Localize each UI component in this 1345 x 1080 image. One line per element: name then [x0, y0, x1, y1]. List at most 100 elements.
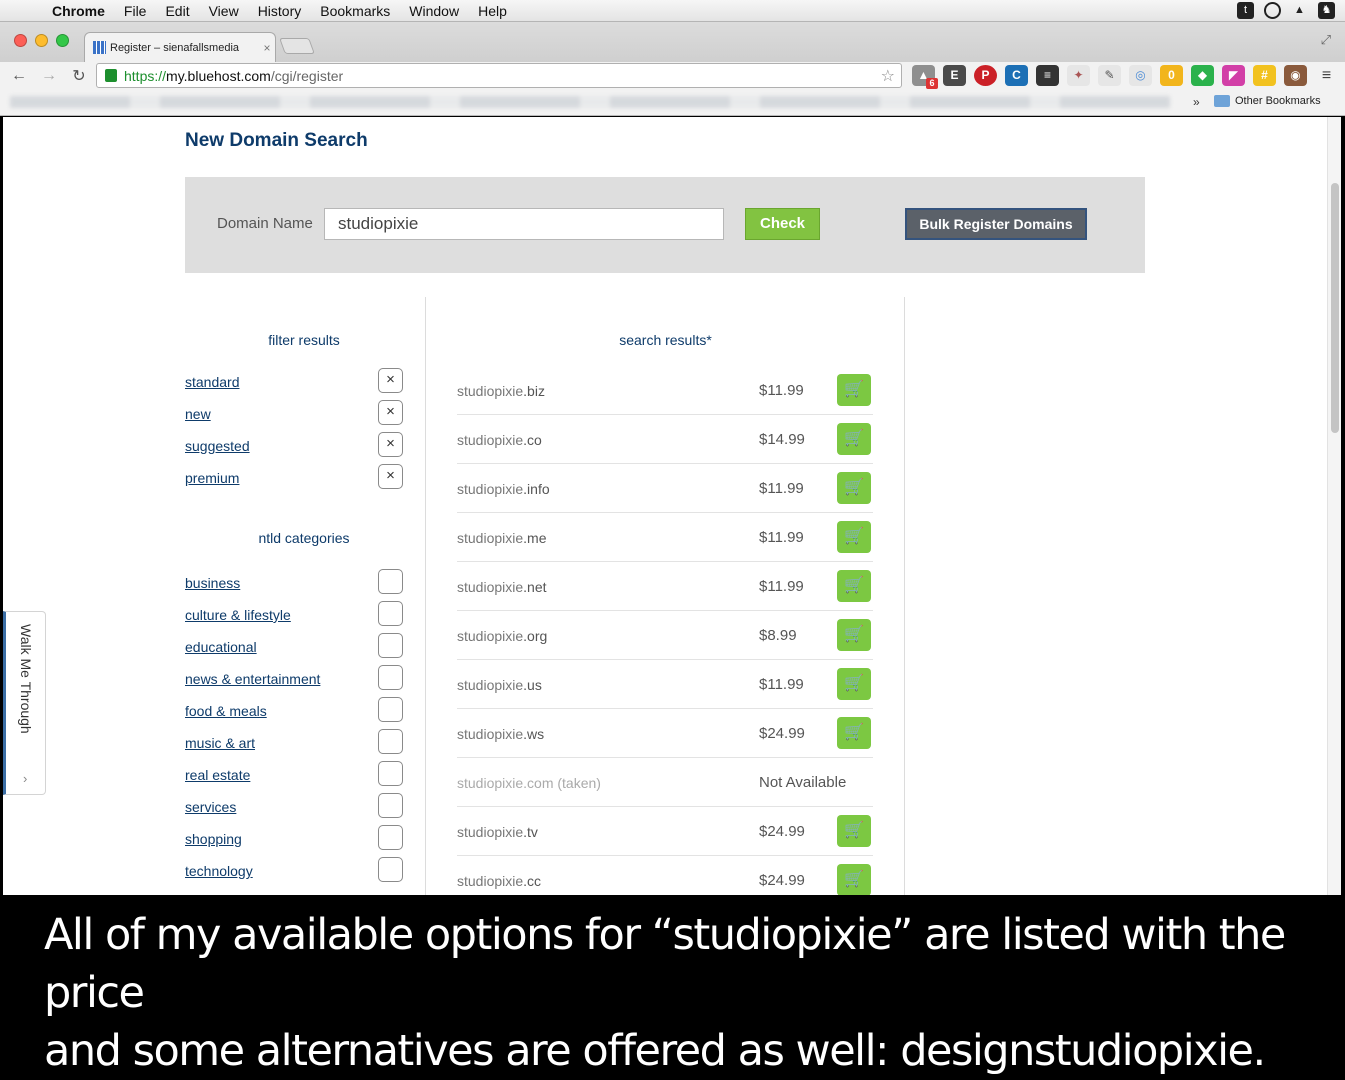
category-checkbox[interactable]	[378, 761, 403, 786]
add-to-cart-icon[interactable]: 🛒	[837, 423, 871, 455]
pen-extension-icon[interactable]: ✎	[1098, 65, 1121, 86]
add-to-cart-icon[interactable]: 🛒	[837, 619, 871, 651]
filter-premium-link[interactable]: premium	[185, 470, 239, 486]
c-extension-icon[interactable]: C	[1005, 65, 1028, 86]
menu-history[interactable]: History	[258, 3, 302, 19]
category-list: business culture & lifestyle educational…	[185, 568, 405, 888]
category-checkbox[interactable]	[378, 793, 403, 818]
filter-item: premium ×	[185, 463, 405, 495]
menu-view[interactable]: View	[209, 3, 239, 19]
pinterest-icon[interactable]: P	[974, 65, 997, 86]
category-link[interactable]: technology	[185, 863, 253, 879]
category-checkbox[interactable]	[378, 729, 403, 754]
add-to-cart-icon[interactable]: 🛒	[837, 815, 871, 847]
result-domain: studiopixie.co	[457, 432, 542, 448]
category-checkbox[interactable]	[378, 857, 403, 882]
filter-new-link[interactable]: new	[185, 406, 211, 422]
back-arrow-icon[interactable]: ←	[8, 67, 30, 85]
walk-me-through-tab[interactable]: Walk Me Through ›	[3, 611, 46, 795]
remove-filter-icon[interactable]: ×	[378, 464, 403, 489]
add-to-cart-icon[interactable]: 🛒	[837, 570, 871, 602]
lens-extension-icon[interactable]: ◎	[1129, 65, 1152, 86]
category-link[interactable]: music & art	[185, 735, 255, 751]
notification-bell-icon[interactable]: ▲	[1291, 2, 1308, 19]
result-domain-name: studiopixie	[457, 677, 524, 693]
notification-extension-icon[interactable]: ▲ 6	[912, 65, 938, 89]
bookmarks-overflow-button[interactable]: »	[1193, 95, 1200, 109]
browser-tab[interactable]: Register – sienafallsmedia ×	[84, 32, 276, 62]
zoom-window-icon[interactable]	[56, 34, 69, 47]
tray-user-icon[interactable]: ♞	[1318, 2, 1335, 19]
remove-filter-icon[interactable]: ×	[378, 368, 403, 393]
menu-window[interactable]: Window	[409, 3, 459, 19]
filter-standard-link[interactable]: standard	[185, 374, 239, 390]
buffer-icon[interactable]: ≡	[1036, 65, 1059, 86]
new-tab-button[interactable]	[279, 38, 315, 54]
add-to-cart-icon[interactable]: 🛒	[837, 668, 871, 700]
remove-filter-icon[interactable]: ×	[378, 400, 403, 425]
filter-results-heading: filter results	[268, 332, 340, 348]
caption: All of my available options for “studiop…	[44, 906, 1334, 1080]
domain-name-input[interactable]	[324, 208, 724, 240]
bulk-register-button[interactable]: Bulk Register Domains	[905, 208, 1087, 240]
minimize-window-icon[interactable]	[35, 34, 48, 47]
category-item: services	[185, 792, 405, 824]
page-viewport: New Domain Search Domain Name Check Bulk…	[3, 117, 1341, 895]
menu-chrome[interactable]: Chrome	[52, 3, 105, 19]
category-link[interactable]: food & meals	[185, 703, 267, 719]
result-row: studiopixie.com (taken) Not Available	[457, 758, 873, 807]
category-link[interactable]: news & entertainment	[185, 671, 320, 687]
result-price: $24.99	[759, 823, 805, 840]
lock-icon	[105, 69, 117, 82]
instagram-icon[interactable]: ◉	[1284, 65, 1307, 86]
filter-suggested-link[interactable]: suggested	[185, 438, 250, 454]
feedly-icon[interactable]: ◆	[1191, 65, 1214, 86]
creative-cloud-icon[interactable]	[1264, 2, 1281, 19]
category-link[interactable]: services	[185, 799, 236, 815]
fullscreen-icon[interactable]: ⤢	[1321, 32, 1331, 48]
bookmark-star-icon[interactable]: ☆	[881, 66, 895, 86]
menu-bookmarks[interactable]: Bookmarks	[320, 3, 390, 19]
add-to-cart-icon[interactable]: 🛒	[837, 521, 871, 553]
zero-badge-icon[interactable]: 0	[1160, 65, 1183, 86]
add-to-cart-icon[interactable]: 🛒	[837, 374, 871, 406]
domain-name-label: Domain Name	[217, 215, 313, 232]
category-checkbox[interactable]	[378, 665, 403, 690]
category-checkbox[interactable]	[378, 633, 403, 658]
menu-help[interactable]: Help	[478, 3, 507, 19]
category-checkbox[interactable]	[378, 601, 403, 626]
add-to-cart-icon[interactable]: 🛒	[837, 717, 871, 749]
tab-close-icon[interactable]: ×	[259, 41, 275, 55]
address-bar[interactable]: https:// my.bluehost.com /cgi/register ☆	[96, 63, 902, 88]
result-domain: studiopixie.net	[457, 579, 547, 595]
scrollbar-thumb[interactable]	[1331, 183, 1339, 433]
result-row: studiopixie.tv $24.99 🛒	[457, 807, 873, 856]
category-checkbox[interactable]	[378, 825, 403, 850]
result-row: studiopixie.net $11.99 🛒	[457, 562, 873, 611]
chrome-menu-icon[interactable]: ≡	[1315, 65, 1338, 86]
remove-filter-icon[interactable]: ×	[378, 432, 403, 457]
evernote-icon[interactable]: E	[943, 65, 966, 86]
category-item: food & meals	[185, 696, 405, 728]
grid-extension-icon[interactable]: #	[1253, 65, 1276, 86]
close-window-icon[interactable]	[14, 34, 27, 47]
reload-icon[interactable]: ↻	[68, 66, 90, 86]
page-scrollbar[interactable]	[1327, 117, 1341, 895]
tag-extension-icon[interactable]: ◤	[1222, 65, 1245, 86]
category-link[interactable]: educational	[185, 639, 257, 655]
add-to-cart-icon[interactable]: 🛒	[837, 472, 871, 504]
menu-edit[interactable]: Edit	[165, 3, 189, 19]
category-checkbox[interactable]	[378, 569, 403, 594]
tray-app-icon[interactable]: t	[1237, 2, 1254, 19]
other-bookmarks-folder[interactable]: Other Bookmarks	[1214, 95, 1321, 107]
menu-file[interactable]: File	[124, 3, 147, 19]
category-link[interactable]: shopping	[185, 831, 242, 847]
category-link[interactable]: culture & lifestyle	[185, 607, 291, 623]
category-checkbox[interactable]	[378, 697, 403, 722]
category-link[interactable]: business	[185, 575, 240, 591]
forward-arrow-icon[interactable]: →	[38, 67, 60, 85]
add-to-cart-icon[interactable]: 🛒	[837, 864, 871, 895]
category-link[interactable]: real estate	[185, 767, 250, 783]
check-button[interactable]: Check	[745, 208, 820, 240]
dots-extension-icon[interactable]: ✦	[1067, 65, 1090, 86]
